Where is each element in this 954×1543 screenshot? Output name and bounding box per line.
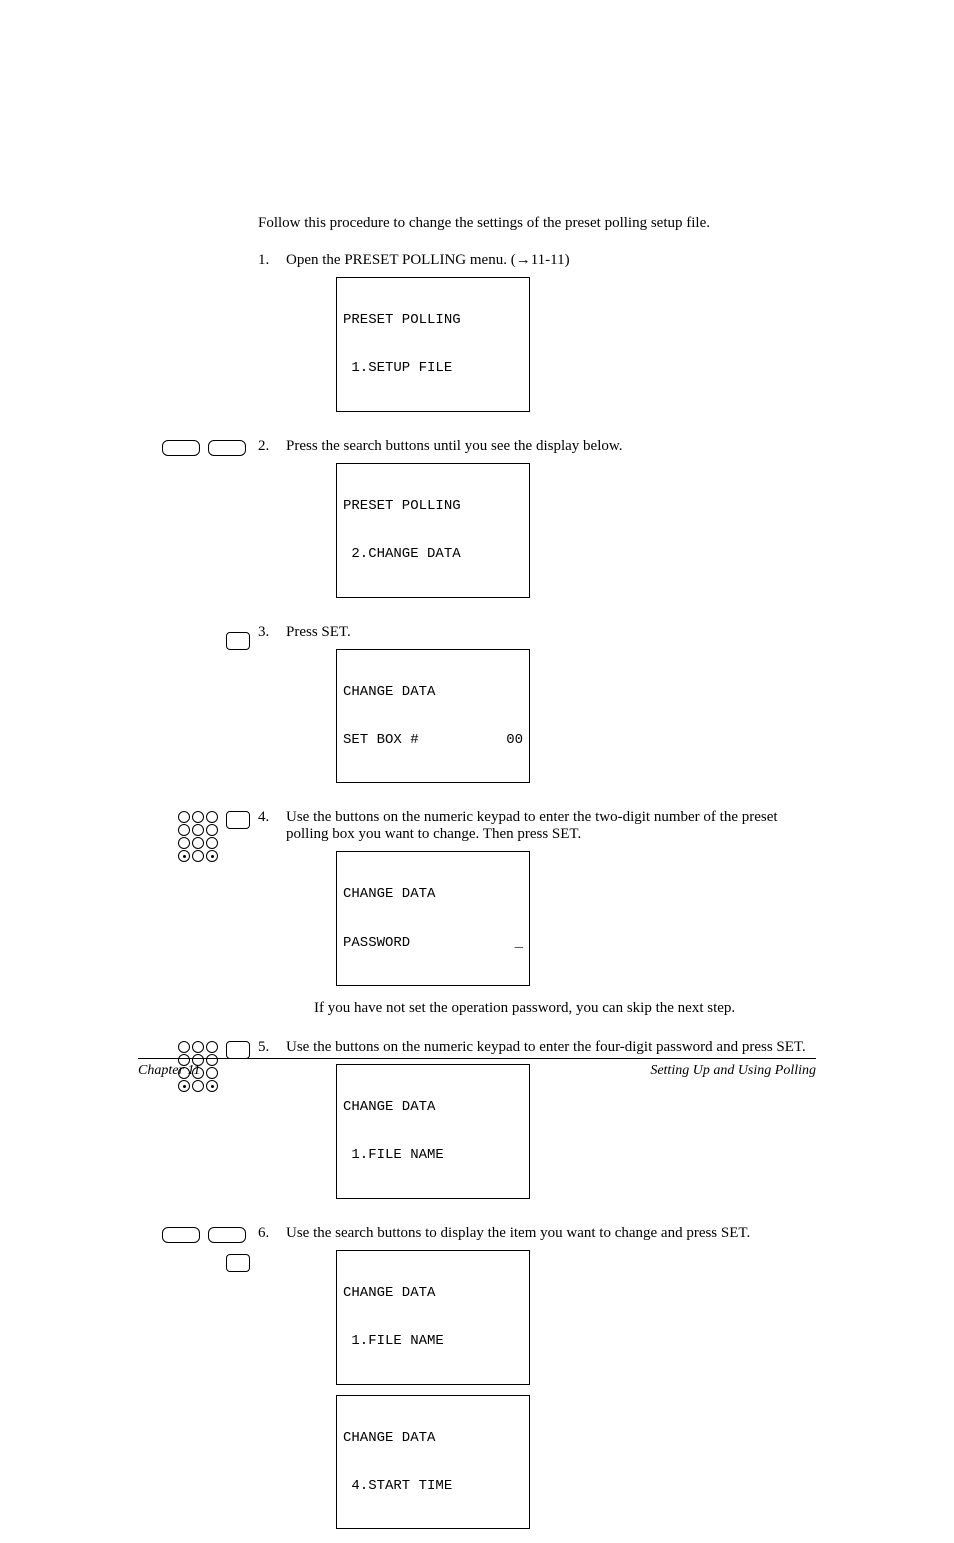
lcd-line: CHANGE DATA bbox=[343, 886, 523, 902]
lcd-display: CHANGE DATA 1.FILE NAME bbox=[336, 1064, 530, 1199]
lcd-line-left: PASSWORD bbox=[343, 935, 410, 951]
set-button-icon bbox=[226, 1254, 250, 1272]
lcd-line: 1.SETUP FILE bbox=[343, 360, 523, 376]
lcd-display: CHANGE DATA 4.START TIME bbox=[336, 1395, 530, 1530]
lcd-line: 2.CHANGE DATA bbox=[343, 546, 523, 562]
set-button-icon bbox=[226, 811, 250, 829]
step-text: Open the PRESET POLLING menu. (→11-11) bbox=[286, 252, 570, 268]
lcd-line: CHANGE DATA bbox=[343, 684, 523, 700]
step-note: If you have not set the operation passwo… bbox=[314, 1000, 816, 1017]
step-number: 2. bbox=[258, 438, 286, 455]
lcd-line: CHANGE DATA bbox=[343, 1285, 523, 1301]
footer-right: Setting Up and Using Polling bbox=[650, 1063, 816, 1079]
search-button-icon bbox=[162, 440, 200, 456]
lcd-line: CHANGE DATA bbox=[343, 1430, 523, 1446]
step-6: 6. Use the search buttons to display the… bbox=[138, 1225, 816, 1543]
lcd-display: CHANGE DATA SET BOX # 00 bbox=[336, 649, 530, 784]
page-footer: Chapter 11 Setting Up and Using Polling bbox=[138, 1058, 816, 1079]
lcd-line: 1.FILE NAME bbox=[343, 1333, 523, 1349]
lcd-line-left: SET BOX # bbox=[343, 732, 419, 748]
step-text: Press the search buttons until you see t… bbox=[286, 438, 622, 454]
lcd-display: PRESET POLLING 2.CHANGE DATA bbox=[336, 463, 530, 598]
step-number: 6. bbox=[258, 1225, 286, 1242]
search-button-icon bbox=[208, 1227, 246, 1243]
footer-left: Chapter 11 bbox=[138, 1063, 200, 1079]
lcd-line: PRESET POLLING bbox=[343, 498, 523, 514]
set-button-icon bbox=[226, 1041, 250, 1059]
step-number: 4. bbox=[258, 809, 286, 826]
step-1: 1. Open the PRESET POLLING menu. (→11-11… bbox=[138, 252, 816, 426]
lcd-line: PRESET POLLING bbox=[343, 312, 523, 328]
lcd-display: CHANGE DATA PASSWORD _ bbox=[336, 851, 530, 986]
step-number: 5. bbox=[258, 1039, 286, 1056]
step-text: Press SET. bbox=[286, 624, 351, 640]
lcd-display: CHANGE DATA 1.FILE NAME bbox=[336, 1250, 530, 1385]
lcd-line: 4.START TIME bbox=[343, 1478, 523, 1494]
lcd-line-right: _ bbox=[515, 935, 523, 951]
step-number: 3. bbox=[258, 624, 286, 641]
step-number: 1. bbox=[258, 252, 286, 269]
set-button-icon bbox=[226, 632, 250, 650]
search-button-icon bbox=[208, 440, 246, 456]
lcd-display: PRESET POLLING 1.SETUP FILE bbox=[336, 277, 530, 412]
step-4: 4. Use the buttons on the numeric keypad… bbox=[138, 809, 816, 1027]
step-3: 3. Press SET. CHANGE DATA SET BOX # 00 bbox=[138, 624, 816, 798]
step-2: 2. Press the search buttons until you se… bbox=[138, 438, 816, 612]
intro-text: Follow this procedure to change the sett… bbox=[258, 215, 816, 232]
lcd-line: 1.FILE NAME bbox=[343, 1147, 523, 1163]
step-text: Use the buttons on the numeric keypad to… bbox=[286, 809, 778, 842]
step-text: Use the search buttons to display the it… bbox=[286, 1225, 750, 1241]
lcd-line: CHANGE DATA bbox=[343, 1099, 523, 1115]
numeric-keypad-icon bbox=[178, 811, 218, 863]
step-text: Use the buttons on the numeric keypad to… bbox=[286, 1039, 806, 1055]
lcd-line-right: 00 bbox=[506, 732, 523, 748]
search-button-icon bbox=[162, 1227, 200, 1243]
